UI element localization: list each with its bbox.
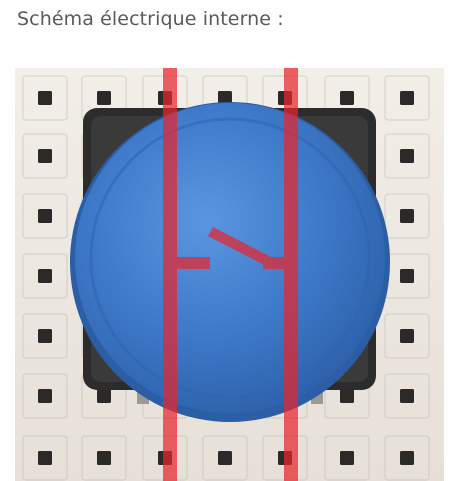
- breadboard-hole: [400, 269, 414, 283]
- breadboard-hole: [400, 209, 414, 223]
- button-cap: [75, 103, 385, 413]
- left-contact-stub: [177, 257, 210, 269]
- breadboard-hole: [97, 389, 111, 403]
- breadboard-hole: [38, 149, 52, 163]
- breadboard-hole: [400, 149, 414, 163]
- breadboard-hole: [400, 389, 414, 403]
- breadboard-hole: [340, 389, 354, 403]
- breadboard-photo-svg: [15, 68, 444, 481]
- breadboard-hole: [38, 329, 52, 343]
- breadboard-hole: [218, 451, 232, 465]
- breadboard-hole: [400, 329, 414, 343]
- breadboard-hole: [340, 91, 354, 105]
- breadboard-hole: [38, 451, 52, 465]
- breadboard-hole: [38, 269, 52, 283]
- breadboard-hole: [38, 91, 52, 105]
- breadboard-photo: [15, 68, 444, 481]
- schema-caption: Schéma électrique interne :: [17, 8, 284, 30]
- breadboard-hole: [340, 451, 354, 465]
- right-conductor-line: [284, 68, 298, 481]
- breadboard-hole: [38, 209, 52, 223]
- breadboard-hole: [38, 389, 52, 403]
- breadboard-hole: [400, 91, 414, 105]
- breadboard-hole: [400, 451, 414, 465]
- breadboard-hole: [97, 91, 111, 105]
- left-conductor-line: [163, 68, 177, 481]
- breadboard-hole: [97, 451, 111, 465]
